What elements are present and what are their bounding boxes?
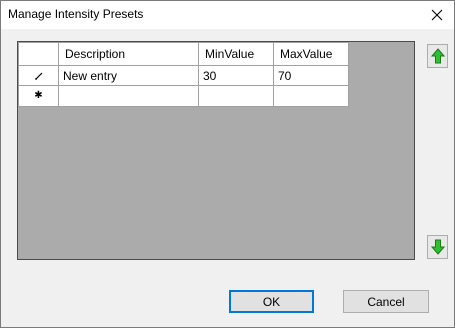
cell-minvalue[interactable]: 30 xyxy=(198,65,274,86)
cell-description[interactable] xyxy=(58,85,199,107)
arrow-down-icon xyxy=(430,239,445,255)
cell-maxvalue[interactable] xyxy=(273,85,349,107)
presets-table: Description MinValue MaxValue New entry … xyxy=(18,42,349,107)
move-up-button[interactable] xyxy=(427,44,448,68)
arrow-up-icon xyxy=(430,48,445,64)
column-header-maxvalue[interactable]: MaxValue xyxy=(273,42,349,66)
new-row-asterisk-icon: ✱ xyxy=(34,90,43,101)
move-down-button[interactable] xyxy=(427,235,448,259)
row-header[interactable] xyxy=(18,65,59,86)
table-row-new[interactable]: ✱ xyxy=(18,85,349,107)
table-row[interactable]: New entry 30 70 xyxy=(18,65,349,86)
cell-description[interactable]: New entry xyxy=(58,65,199,86)
close-button[interactable] xyxy=(420,1,454,29)
window-title: Manage Intensity Presets xyxy=(8,7,144,21)
column-header-minvalue[interactable]: MinValue xyxy=(198,42,274,66)
cell-maxvalue[interactable]: 70 xyxy=(273,65,349,86)
close-icon xyxy=(431,9,443,21)
cell-minvalue[interactable] xyxy=(198,85,274,107)
cancel-button[interactable]: Cancel xyxy=(343,290,429,313)
presets-grid[interactable]: Description MinValue MaxValue New entry … xyxy=(17,41,415,260)
edit-pencil-icon xyxy=(34,72,42,81)
dialog-window: Manage Intensity Presets Description Min… xyxy=(0,0,455,328)
ok-button[interactable]: OK xyxy=(229,290,314,313)
row-header-corner xyxy=(18,42,59,66)
row-header[interactable]: ✱ xyxy=(18,85,59,107)
column-header-description[interactable]: Description xyxy=(58,42,199,66)
header-row: Description MinValue MaxValue xyxy=(18,42,349,66)
title-bar: Manage Intensity Presets xyxy=(1,1,454,29)
